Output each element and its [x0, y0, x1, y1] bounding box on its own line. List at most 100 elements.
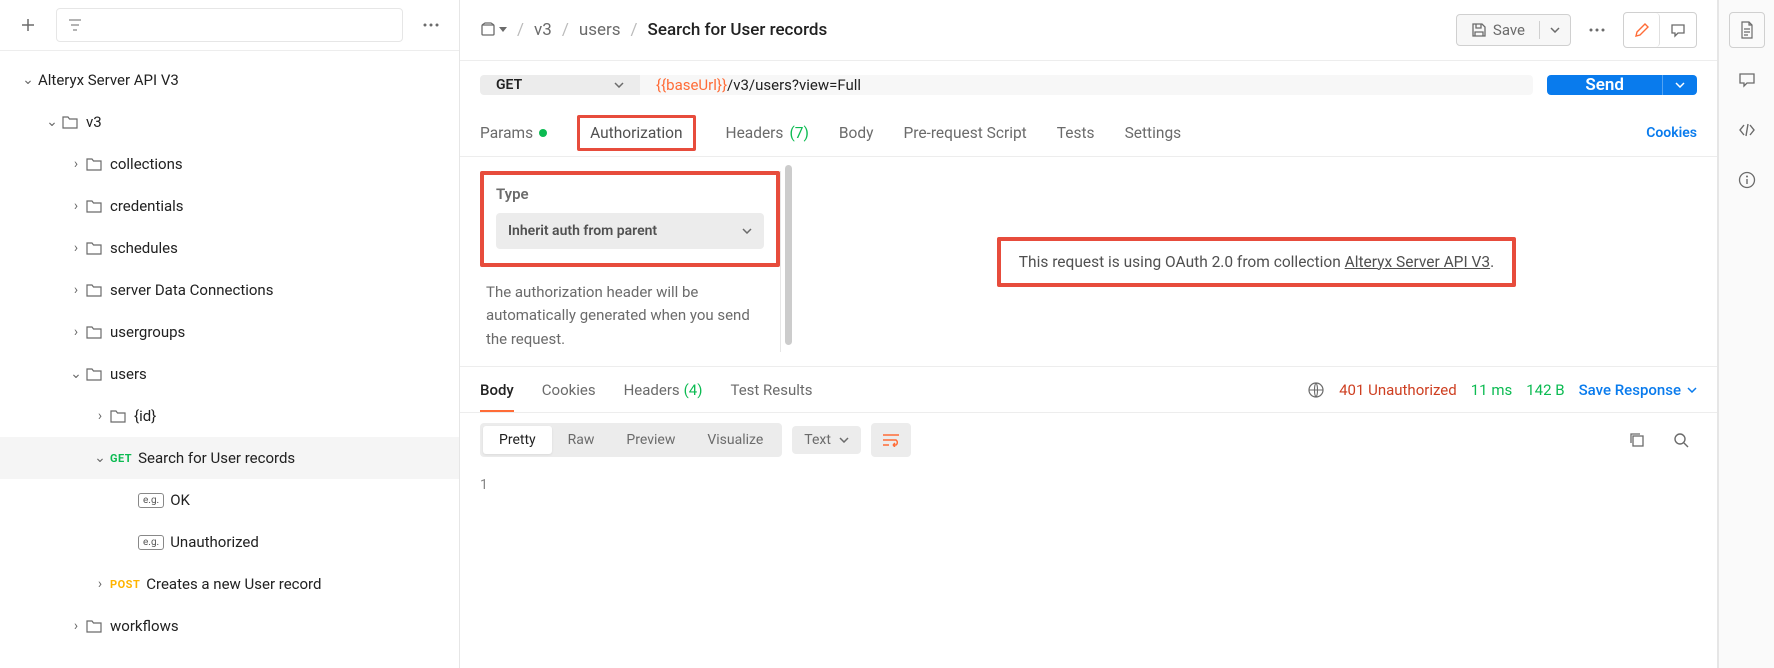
new-button[interactable] [12, 9, 44, 41]
line-number: 1 [480, 477, 488, 493]
resp-tab-body[interactable]: Body [480, 367, 514, 412]
resp-tab-cookies[interactable]: Cookies [542, 367, 596, 412]
crumb-users[interactable]: users [579, 20, 621, 40]
tree-id[interactable]: › {id} [0, 395, 459, 437]
more-button[interactable] [415, 9, 447, 41]
tree-credentials[interactable]: › credentials [0, 185, 459, 227]
document-icon [1739, 21, 1755, 39]
tab-label: Body [480, 381, 514, 399]
tab-settings[interactable]: Settings [1125, 109, 1182, 156]
more-actions-button[interactable] [1581, 14, 1613, 46]
view-preview[interactable]: Preview [610, 426, 691, 454]
tree-search-users[interactable]: ⌄ GET Search for User records [0, 437, 459, 479]
folder-icon [110, 409, 126, 423]
divider [780, 171, 781, 352]
auth-collection-link[interactable]: Alteryx Server API V3 [1345, 253, 1491, 271]
code-button[interactable] [1729, 112, 1765, 148]
method-select[interactable]: GET [480, 75, 640, 95]
tree-workflows[interactable]: › workflows [0, 605, 459, 647]
save-button[interactable]: Save [1457, 15, 1539, 45]
folder-icon [62, 115, 78, 129]
tree-v3[interactable]: ⌄ v3 [0, 101, 459, 143]
tree-create-user[interactable]: › POST Creates a new User record [0, 563, 459, 605]
language-select[interactable]: Text [792, 426, 861, 454]
save-response-button[interactable]: Save Response [1579, 381, 1697, 399]
sidebar: ⌄ Alteryx Server API V3 ⌄ v3 › collectio… [0, 0, 460, 668]
send-buttonускать[interactable]: Send [1547, 75, 1662, 95]
copy-icon [1629, 432, 1645, 448]
response-tabs: Body Cookies Headers(4) Test Results 401… [460, 367, 1717, 413]
tree-server-data-connections[interactable]: › server Data Connections [0, 269, 459, 311]
tab-tests[interactable]: Tests [1057, 109, 1095, 156]
code-icon [1738, 123, 1756, 137]
filter-box[interactable] [56, 8, 403, 42]
tree-example-unauthorized[interactable]: e.g. Unauthorized [0, 521, 459, 563]
response-body[interactable]: 1 [460, 467, 1717, 668]
ellipsis-icon [1589, 28, 1605, 32]
tree-schedules[interactable]: › schedules [0, 227, 459, 269]
wrap-lines-button[interactable] [871, 423, 911, 457]
tab-label: Cookies [542, 381, 596, 399]
pencil-icon [1634, 22, 1650, 38]
tab-icon[interactable] [480, 22, 507, 38]
auth-type-label: Type [496, 185, 764, 203]
tree-example-ok[interactable]: e.g. OK [0, 479, 459, 521]
tree-label: credentials [110, 197, 184, 215]
edit-button[interactable] [1624, 13, 1660, 47]
tab-prerequest[interactable]: Pre-request Script [903, 109, 1026, 156]
view-pretty[interactable]: Pretty [483, 426, 552, 454]
view-raw[interactable]: Raw [552, 426, 611, 454]
save-icon [1471, 22, 1487, 38]
tree-usergroups[interactable]: › usergroups [0, 311, 459, 353]
tab-label: Test Results [730, 381, 812, 399]
chevron-down-icon [742, 228, 752, 234]
tree-label: Search for User records [138, 449, 295, 467]
ellipsis-icon [423, 23, 439, 27]
comment-button[interactable] [1660, 13, 1696, 47]
tab-params[interactable]: Params [480, 109, 547, 156]
chevron-down-icon [1675, 82, 1685, 88]
auth-description: The authorization header will be automat… [480, 267, 780, 351]
chevron-right-icon: › [66, 156, 86, 172]
crumb-v3[interactable]: v3 [534, 20, 552, 40]
auth-type-select[interactable]: Inherit auth from parent [496, 213, 764, 249]
chevron-right-icon: › [90, 408, 110, 424]
info-button[interactable] [1729, 162, 1765, 198]
tab-label: Pre-request Script [903, 124, 1026, 142]
resp-tab-headers[interactable]: Headers(4) [624, 367, 703, 412]
url-input[interactable]: {{baseUrl}}/v3/users?view=Full [640, 75, 1533, 95]
tree-root[interactable]: ⌄ Alteryx Server API V3 [0, 59, 459, 101]
tab-label: Headers [624, 381, 680, 399]
copy-button[interactable] [1621, 424, 1653, 456]
view-visualize[interactable]: Visualize [691, 426, 779, 454]
save-dropdown[interactable] [1539, 21, 1570, 39]
auth-left-panel: Type Inherit auth from parent The author… [460, 157, 780, 366]
info-icon [1738, 171, 1756, 189]
tree-collections[interactable]: › collections [0, 143, 459, 185]
tab-authorization[interactable]: Authorization [577, 115, 695, 151]
scrollbar[interactable] [785, 165, 792, 345]
resp-tab-test-results[interactable]: Test Results [730, 367, 812, 412]
request-tabs: Params Authorization Headers (7) Body Pr… [460, 109, 1717, 157]
tab-count: (7) [789, 124, 808, 142]
auth-area: Type Inherit auth from parent The author… [460, 157, 1717, 367]
response-status: 401 Unauthorized 11 ms 142 B Save Respon… [1307, 381, 1697, 399]
auth-info-text: This request is using OAuth 2.0 from col… [1019, 253, 1345, 271]
tab-headers[interactable]: Headers (7) [726, 109, 809, 156]
cookies-link[interactable]: Cookies [1646, 125, 1697, 141]
main-header: / v3 / users / Search for User records S… [460, 0, 1717, 61]
status-dot-icon [539, 129, 547, 137]
tree-label: Alteryx Server API V3 [38, 71, 179, 89]
folder-icon [86, 325, 102, 339]
view-mode-group: Pretty Raw Preview Visualize [480, 423, 782, 457]
chevron-down-icon [839, 437, 849, 443]
search-button[interactable] [1665, 424, 1697, 456]
tree-users[interactable]: ⌄ users [0, 353, 459, 395]
auth-info-suffix: . [1490, 253, 1494, 271]
comments-button[interactable] [1729, 62, 1765, 98]
tree-label: workflows [110, 617, 179, 635]
main: / v3 / users / Search for User records S… [460, 0, 1718, 668]
send-dropdown[interactable] [1662, 75, 1697, 95]
tab-body[interactable]: Body [839, 109, 874, 156]
documentation-button[interactable] [1729, 12, 1765, 48]
